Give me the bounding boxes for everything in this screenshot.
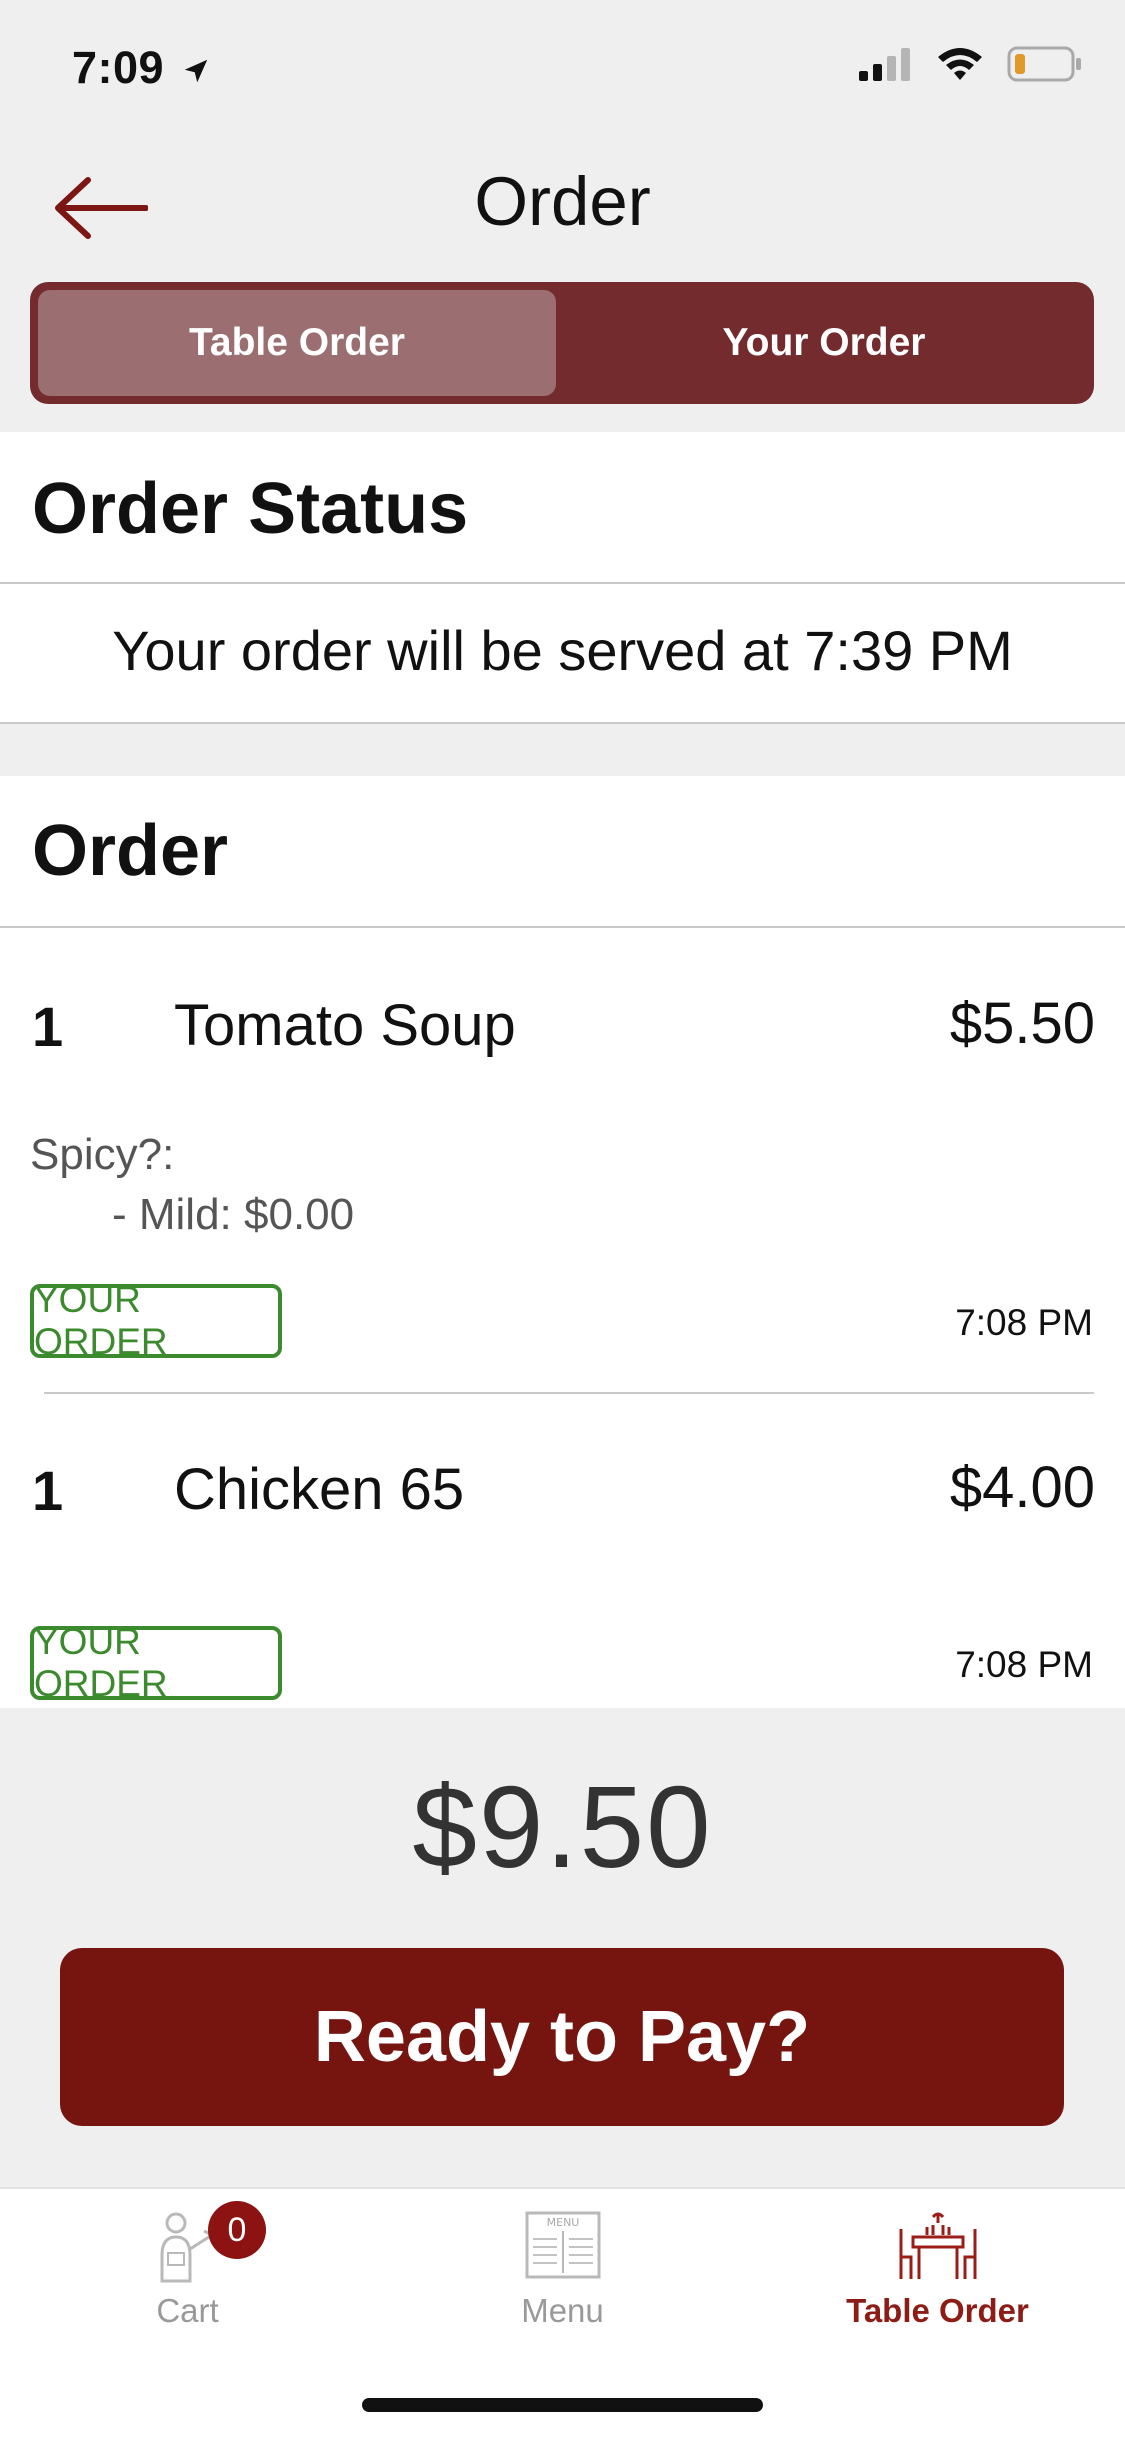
order-status-section: Order Status Your order will be served a… — [0, 432, 1125, 724]
order-total: $9.50 — [412, 1762, 713, 1892]
item-divider — [44, 1392, 1094, 1394]
your-order-badge: YOUR ORDER — [30, 1279, 282, 1362]
page-title: Order — [474, 163, 651, 240]
item-time: 7:08 PM — [955, 1302, 1093, 1343]
item-price: $4.00 — [949, 1455, 1095, 1520]
order-status-title: Order Status — [32, 469, 469, 549]
tab-cart-label: Cart — [156, 2292, 219, 2329]
modifier-option: - Mild: $0.00 — [112, 1190, 355, 1239]
cart-count-badge: 0 — [208, 2201, 266, 2259]
item-name: Chicken 65 — [174, 1457, 465, 1522]
battery-icon — [1007, 46, 1081, 82]
location-arrow-icon — [184, 59, 208, 83]
divider — [0, 926, 1125, 928]
menu-book-icon: MENU — [525, 2211, 600, 2279]
status-time: 7:09 — [72, 42, 211, 94]
status-icons — [857, 46, 1083, 82]
tab-menu-label: Menu — [521, 2292, 604, 2329]
item-price: $5.50 — [949, 991, 1095, 1056]
cellular-signal-icon — [859, 48, 910, 81]
home-indicator — [362, 2398, 763, 2412]
segment-table-order[interactable]: Table Order — [38, 282, 556, 404]
item-time: 7:08 PM — [955, 1644, 1093, 1685]
order-segmented-control: Table Order Your Order — [30, 282, 1094, 404]
tab-menu[interactable]: MENU Menu — [375, 2189, 750, 2359]
item-name: Tomato Soup — [174, 993, 516, 1058]
wifi-icon — [938, 48, 982, 80]
item-quantity: 1 — [32, 995, 64, 1058]
order-title: Order — [32, 811, 229, 891]
your-order-badge: YOUR ORDER — [30, 1621, 282, 1704]
modifier-label: Spicy?: — [30, 1130, 175, 1179]
served-time-message: Your order will be served at 7:39 PM — [112, 619, 1013, 682]
divider — [0, 722, 1125, 724]
segment-your-order[interactable]: Your Order — [562, 282, 1086, 404]
item-quantity: 1 — [32, 1459, 64, 1522]
divider — [0, 582, 1125, 584]
menu-icon-text: MENU — [546, 2216, 579, 2229]
tab-cart[interactable]: 0 Cart — [0, 2189, 375, 2359]
tab-table-order[interactable]: Table Order — [750, 2189, 1125, 2359]
dining-table-icon — [899, 2212, 976, 2279]
ready-to-pay-button[interactable]: Ready to Pay? — [60, 1948, 1064, 2126]
tab-table-order-label: Table Order — [846, 2292, 1029, 2329]
status-time-text: 7:09 — [72, 42, 165, 93]
order-section: Order 1 Tomato Soup $5.50 Spicy?: - Mild… — [0, 776, 1125, 1708]
